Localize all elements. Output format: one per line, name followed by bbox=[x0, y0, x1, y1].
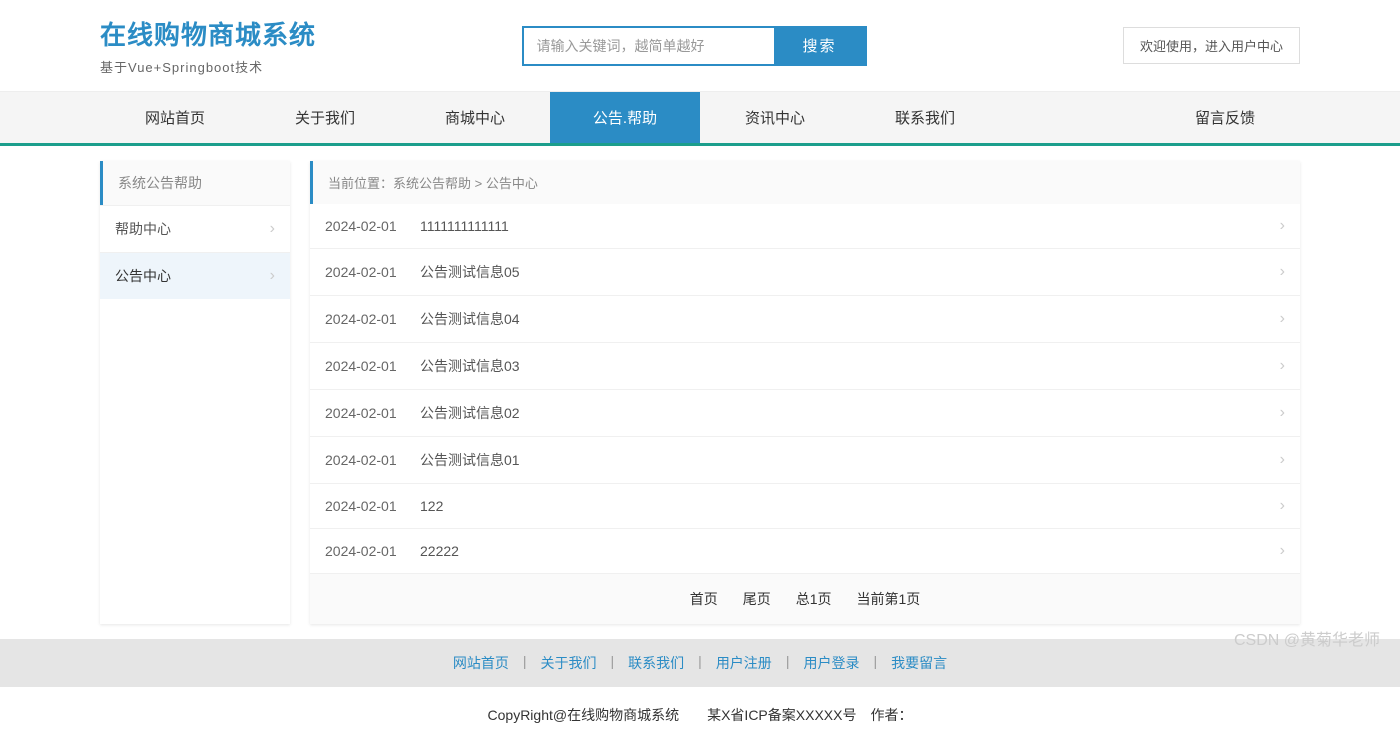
main-container: 系统公告帮助 帮助中心 › 公告中心 › 当前位置：系统公告帮助 > 公告中心 202… bbox=[0, 146, 1400, 639]
copyright: CopyRight@在线购物商城系统 某X省ICP备案XXXXX号 作者： bbox=[0, 687, 1400, 743]
chevron-right-icon: › bbox=[270, 267, 275, 285]
chevron-right-icon: › bbox=[1280, 217, 1285, 235]
page-first[interactable]: 首页 bbox=[690, 589, 718, 609]
list-title: 22222 bbox=[420, 543, 1280, 559]
list-title: 公告测试信息03 bbox=[420, 356, 1280, 376]
list-title: 1111111111111 bbox=[420, 218, 1280, 234]
list-date: 2024-02-01 bbox=[325, 405, 420, 421]
list-item[interactable]: 2024-02-01公告测试信息02› bbox=[310, 390, 1300, 437]
chevron-right-icon: › bbox=[1280, 404, 1285, 422]
list-item[interactable]: 2024-02-01公告测试信息05› bbox=[310, 249, 1300, 296]
footer-links: 网站首页|关于我们|联系我们|用户注册|用户登录|我要留言 bbox=[0, 653, 1400, 673]
list-date: 2024-02-01 bbox=[325, 358, 420, 374]
footer: 网站首页|关于我们|联系我们|用户注册|用户登录|我要留言 bbox=[0, 639, 1400, 687]
search-button[interactable]: 搜索 bbox=[774, 28, 864, 64]
footer-link[interactable]: 网站首页 bbox=[439, 653, 523, 673]
nav-feedback[interactable]: 留言反馈 bbox=[1150, 92, 1300, 143]
list-item[interactable]: 2024-02-01公告测试信息04› bbox=[310, 296, 1300, 343]
search-input[interactable] bbox=[524, 28, 774, 64]
list-item[interactable]: 2024-02-011111111111111› bbox=[310, 204, 1300, 249]
list-date: 2024-02-01 bbox=[325, 452, 420, 468]
chevron-right-icon: › bbox=[270, 220, 275, 238]
list-date: 2024-02-01 bbox=[325, 218, 420, 234]
list-item[interactable]: 2024-02-01公告测试信息01› bbox=[310, 437, 1300, 484]
chevron-right-icon: › bbox=[1280, 263, 1285, 281]
list-title: 公告测试信息01 bbox=[420, 450, 1280, 470]
footer-link[interactable]: 关于我们 bbox=[527, 653, 611, 673]
nav-item[interactable]: 联系我们 bbox=[850, 92, 1000, 143]
footer-link[interactable]: 我要留言 bbox=[877, 653, 961, 673]
nav-item[interactable]: 商城中心 bbox=[400, 92, 550, 143]
list-item[interactable]: 2024-02-01公告测试信息03› bbox=[310, 343, 1300, 390]
chevron-right-icon: › bbox=[1280, 310, 1285, 328]
list-title: 公告测试信息04 bbox=[420, 309, 1280, 329]
pagination: 首页 尾页 总1页 当前第1页 bbox=[310, 574, 1300, 624]
sidebar-item[interactable]: 帮助中心 › bbox=[100, 205, 290, 252]
main-nav: 网站首页关于我们商城中心公告.帮助资讯中心联系我们 留言反馈 bbox=[0, 91, 1400, 143]
nav-item[interactable]: 网站首页 bbox=[100, 92, 250, 143]
footer-link[interactable]: 用户注册 bbox=[702, 653, 786, 673]
chevron-right-icon: › bbox=[1280, 357, 1285, 375]
chevron-right-icon: › bbox=[1280, 451, 1285, 469]
list-title: 122 bbox=[420, 498, 1280, 514]
sidebar-item[interactable]: 公告中心 › bbox=[100, 252, 290, 299]
list-item[interactable]: 2024-02-0122222› bbox=[310, 529, 1300, 574]
list-item[interactable]: 2024-02-01122› bbox=[310, 484, 1300, 529]
user-center-link[interactable]: 欢迎使用，进入用户中心 bbox=[1123, 27, 1300, 64]
sidebar-item-label: 帮助中心 bbox=[115, 219, 171, 239]
breadcrumb: 当前位置：系统公告帮助 > 公告中心 bbox=[310, 161, 1300, 204]
list-title: 公告测试信息02 bbox=[420, 403, 1280, 423]
list-date: 2024-02-01 bbox=[325, 543, 420, 559]
list-date: 2024-02-01 bbox=[325, 311, 420, 327]
footer-link[interactable]: 用户登录 bbox=[789, 653, 873, 673]
page-total: 总1页 bbox=[796, 589, 832, 609]
chevron-right-icon: › bbox=[1280, 542, 1285, 560]
sidebar-header: 系统公告帮助 bbox=[100, 161, 290, 205]
nav-item[interactable]: 关于我们 bbox=[250, 92, 400, 143]
main-content: 当前位置：系统公告帮助 > 公告中心 2024-02-0111111111111… bbox=[310, 161, 1300, 624]
header: 在线购物商城系统 基于Vue+Springboot技术 搜索 欢迎使用，进入用户… bbox=[0, 0, 1400, 91]
sidebar: 系统公告帮助 帮助中心 › 公告中心 › bbox=[100, 161, 290, 624]
footer-link[interactable]: 联系我们 bbox=[614, 653, 698, 673]
nav-item[interactable]: 资讯中心 bbox=[700, 92, 850, 143]
page-current: 当前第1页 bbox=[857, 589, 921, 609]
chevron-right-icon: › bbox=[1280, 497, 1285, 515]
watermark: CSDN @黄菊华老师 bbox=[1234, 626, 1380, 650]
search-area: 搜索 bbox=[266, 26, 1123, 66]
list-date: 2024-02-01 bbox=[325, 264, 420, 280]
list-title: 公告测试信息05 bbox=[420, 262, 1280, 282]
sidebar-item-label: 公告中心 bbox=[115, 266, 171, 286]
search-box: 搜索 bbox=[522, 26, 866, 66]
page-last[interactable]: 尾页 bbox=[743, 589, 771, 609]
list-date: 2024-02-01 bbox=[325, 498, 420, 514]
nav-item[interactable]: 公告.帮助 bbox=[550, 92, 700, 143]
